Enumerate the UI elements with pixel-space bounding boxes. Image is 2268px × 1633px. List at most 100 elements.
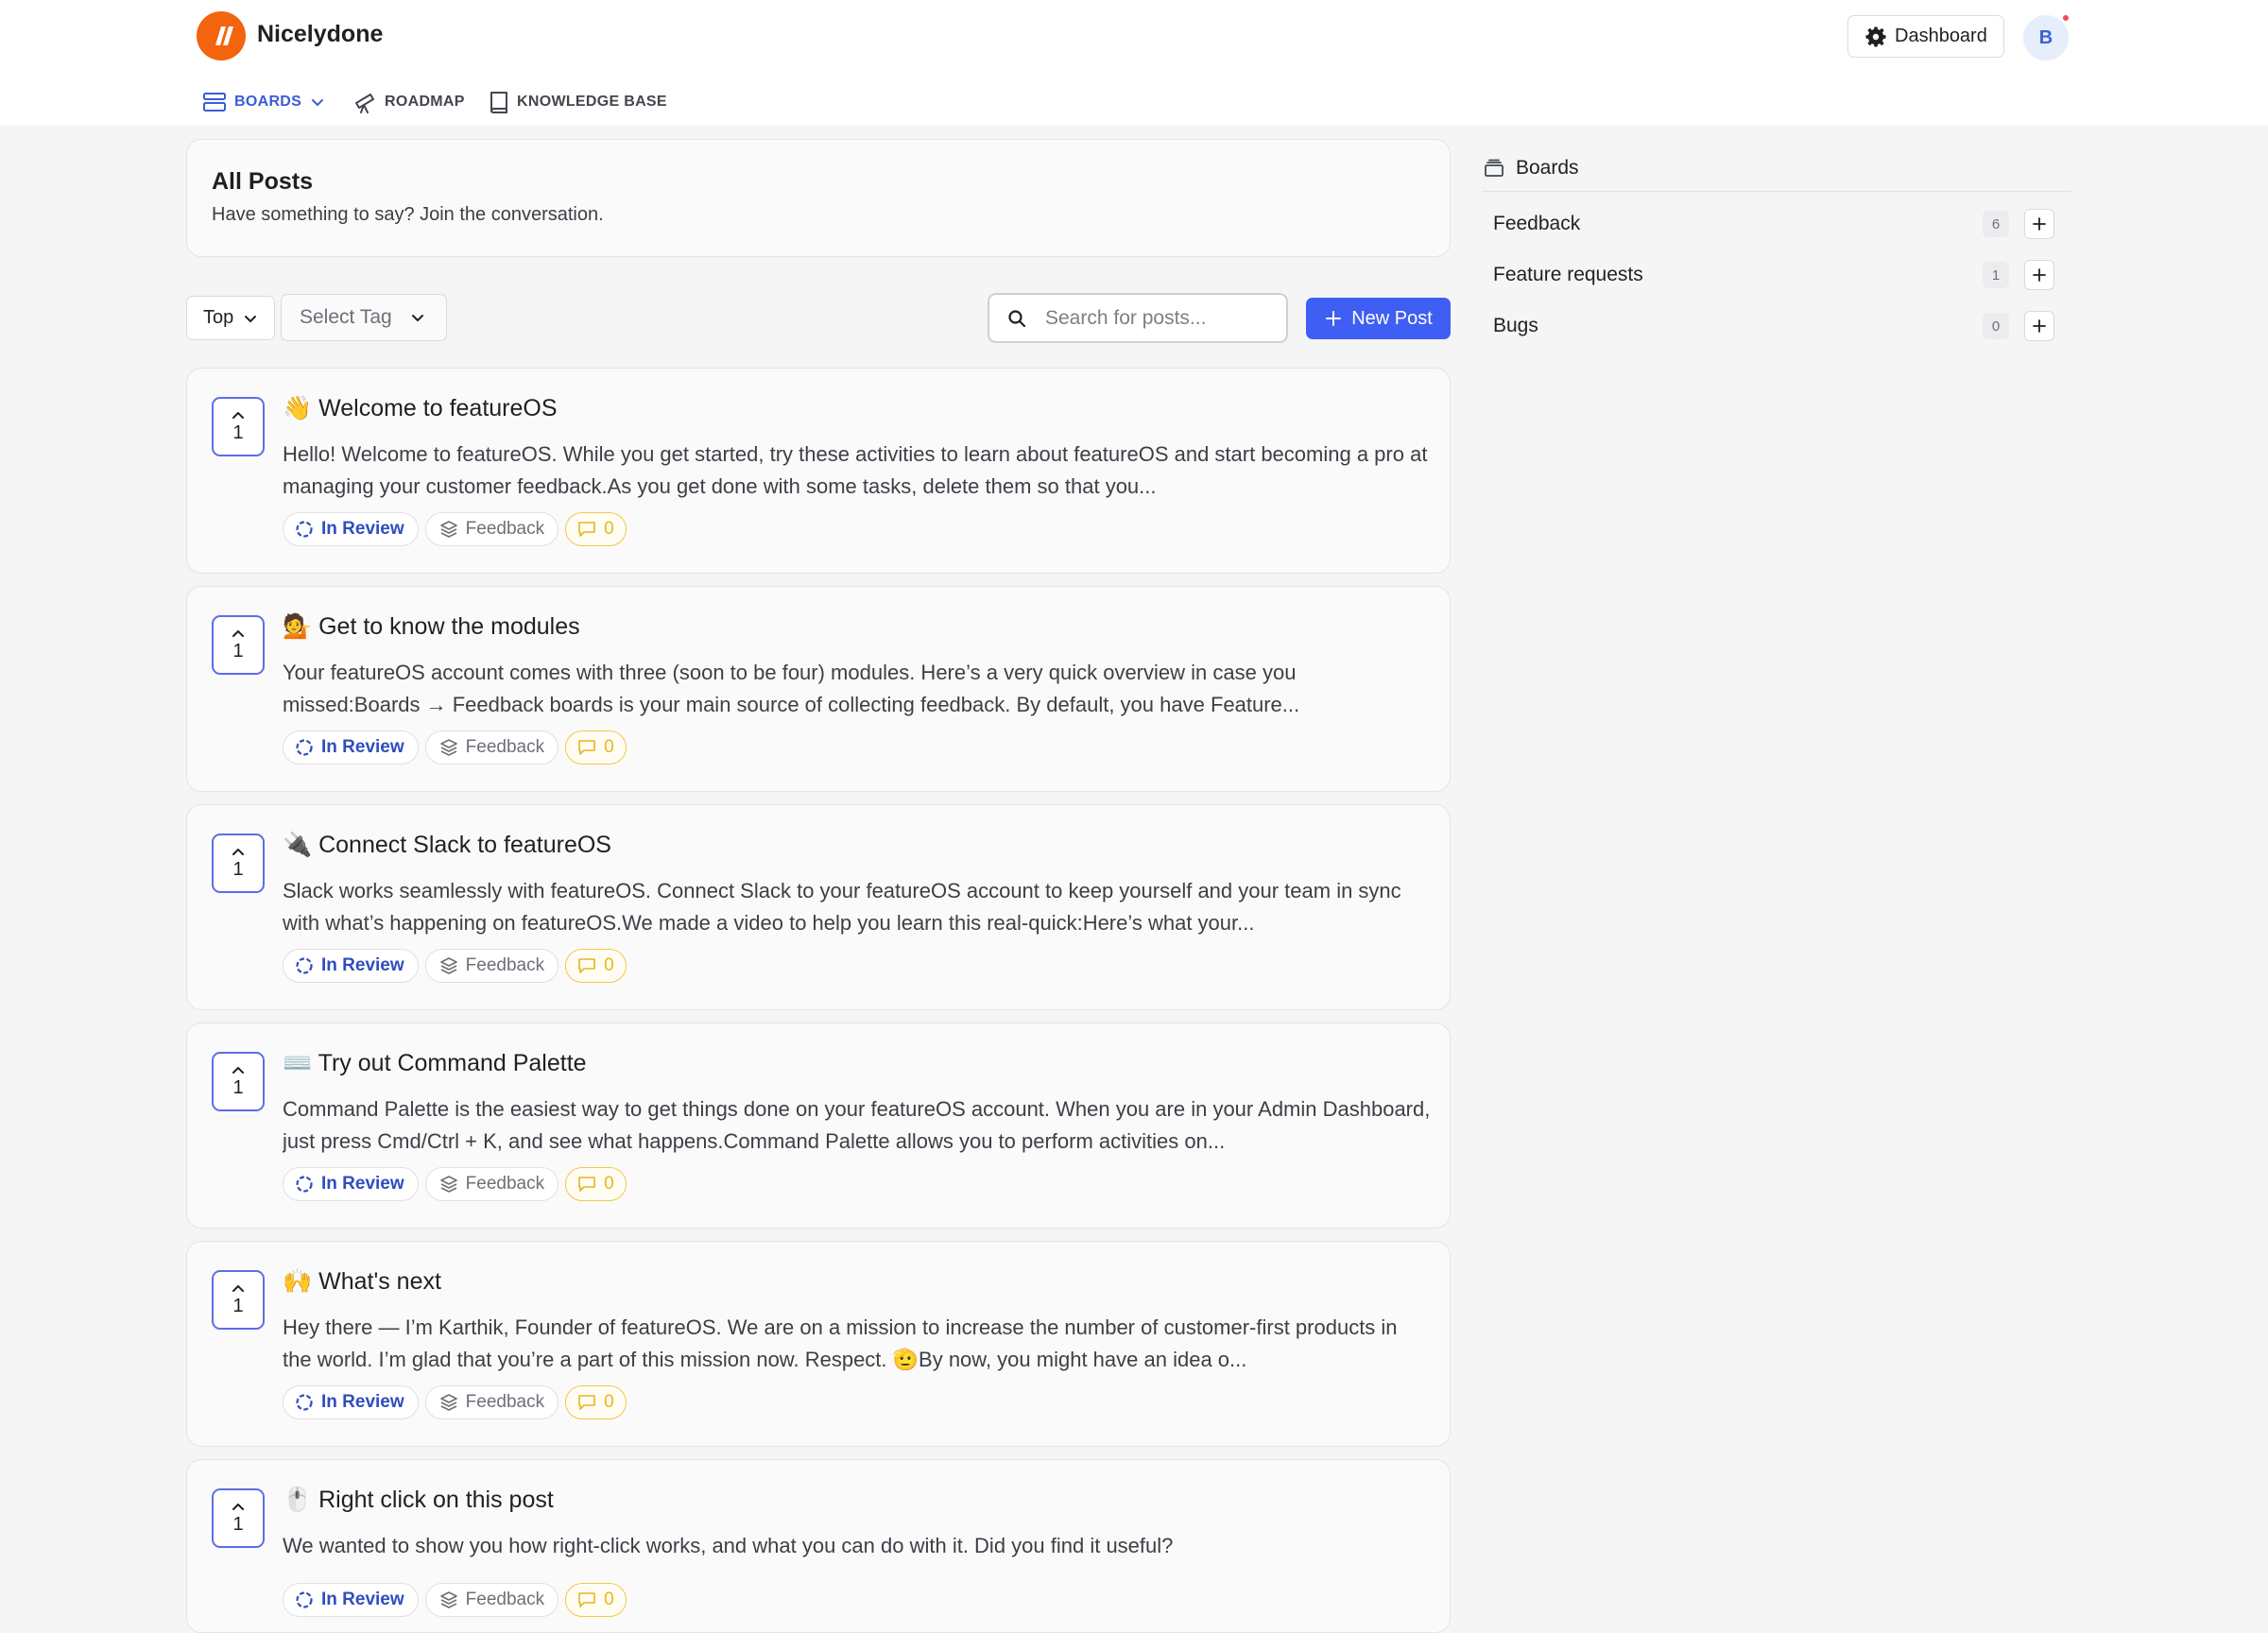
post-emoji: ⌨️ [283, 1050, 313, 1076]
upvote-button[interactable]: 1 [212, 615, 265, 675]
post-title[interactable]: 👋 Welcome to featureOS [283, 395, 558, 422]
sidebar-board-name[interactable]: Feedback [1493, 213, 1580, 235]
post-title[interactable]: 💁 Get to know the modules [283, 613, 580, 641]
status-badge[interactable]: In Review [283, 1167, 419, 1201]
top-header: Nicelydone Dashboard B BOARDS ROADMAP KN… [0, 0, 2268, 126]
nav-knowledge-base[interactable]: KNOWLEDGE BASE [489, 87, 667, 117]
status-label: In Review [321, 1392, 404, 1412]
dashboard-button[interactable]: Dashboard [1847, 15, 2004, 58]
upvote-button[interactable]: 1 [212, 834, 265, 893]
post-title[interactable]: ⌨️ Try out Command Palette [283, 1050, 587, 1077]
post-card[interactable]: 1 🔌 Connect Slack to featureOS Slack wor… [186, 804, 1451, 1010]
post-excerpt: Slack works seamlessly with featureOS. C… [283, 879, 1401, 935]
post-excerpt: Command Palette is the easiest way to ge… [283, 1097, 1431, 1153]
post-meta: In Review Feedback 0 [283, 1385, 627, 1419]
comment-count-badge[interactable]: 0 [565, 949, 627, 983]
nav-roadmap[interactable]: ROADMAP [352, 87, 465, 117]
post-title-text: What's next [318, 1268, 441, 1295]
status-label: In Review [321, 1174, 404, 1194]
tag-select[interactable]: Select Tag [281, 294, 447, 341]
vote-count: 1 [232, 1514, 244, 1535]
upvote-button[interactable]: 1 [212, 1270, 265, 1330]
boards-icon [203, 93, 226, 112]
vote-count: 1 [232, 422, 244, 443]
comment-icon [578, 1592, 595, 1607]
brand-logo-icon[interactable] [197, 11, 246, 60]
status-badge[interactable]: In Review [283, 949, 419, 983]
upvote-button[interactable]: 1 [212, 1052, 265, 1111]
comment-count: 0 [604, 737, 614, 757]
avatar[interactable]: B [2023, 15, 2069, 60]
nav-roadmap-label: ROADMAP [385, 94, 465, 110]
status-badge[interactable]: In Review [283, 1385, 419, 1419]
chevron-up-icon [232, 412, 244, 419]
post-title[interactable]: 🙌 What's next [283, 1268, 441, 1296]
upvote-button[interactable]: 1 [212, 1488, 265, 1548]
board-badge[interactable]: Feedback [424, 731, 559, 765]
sidebar-board-item[interactable]: Feedback 6 [1493, 207, 2060, 241]
brand-name[interactable]: Nicelydone [257, 21, 383, 48]
post-card[interactable]: 1 ⌨️ Try out Command Palette Command Pal… [186, 1023, 1451, 1229]
post-card[interactable]: 1 🖱️ Right click on this post We wanted … [186, 1459, 1451, 1633]
new-post-label: New Post [1351, 307, 1433, 329]
comment-count-badge[interactable]: 0 [565, 1385, 627, 1419]
sidebar-board-name[interactable]: Bugs [1493, 315, 1538, 337]
vote-count: 1 [232, 859, 244, 880]
divider [1482, 191, 2071, 192]
layers-icon [439, 521, 457, 538]
sidebar-board-item[interactable]: Bugs 0 [1493, 309, 2060, 343]
comment-count: 0 [604, 1174, 614, 1194]
board-label: Feedback [465, 1174, 545, 1194]
comment-icon [578, 1177, 595, 1192]
sidebar-board-name[interactable]: Feature requests [1493, 264, 1643, 286]
board-label: Feedback [465, 737, 545, 757]
board-badge[interactable]: Feedback [424, 1583, 559, 1617]
chevron-up-icon [232, 1504, 244, 1510]
board-label: Feedback [465, 1590, 545, 1609]
add-to-board-button[interactable] [2024, 311, 2054, 341]
add-to-board-button[interactable] [2024, 209, 2054, 239]
new-post-button[interactable]: New Post [1306, 298, 1451, 339]
board-badge[interactable]: Feedback [424, 949, 559, 983]
comment-count: 0 [604, 955, 614, 975]
search-icon [1008, 309, 1026, 327]
add-to-board-button[interactable] [2024, 260, 2054, 290]
post-card[interactable]: 1 💁 Get to know the modules Your feature… [186, 586, 1451, 792]
post-title[interactable]: 🖱️ Right click on this post [283, 1487, 554, 1514]
layers-icon [439, 1394, 457, 1411]
comment-count-badge[interactable]: 0 [565, 731, 627, 765]
board-badge[interactable]: Feedback [424, 512, 559, 546]
book-icon [490, 92, 507, 114]
post-card[interactable]: 1 🙌 What's next Hey there — I’m Karthik,… [186, 1241, 1451, 1447]
board-badge[interactable]: Feedback [424, 1167, 559, 1201]
nav-boards[interactable]: BOARDS [202, 87, 326, 117]
plus-icon [2033, 268, 2046, 282]
post-emoji: 💁 [283, 613, 313, 640]
status-badge[interactable]: In Review [283, 512, 419, 546]
board-label: Feedback [465, 955, 545, 975]
post-title[interactable]: 🔌 Connect Slack to featureOS [283, 832, 611, 859]
post-excerpt: Your featureOS account comes with three … [283, 661, 1300, 716]
status-badge[interactable]: In Review [283, 1583, 419, 1617]
comment-icon [578, 1395, 595, 1410]
chevron-up-icon [232, 1285, 244, 1292]
comment-count-badge[interactable]: 0 [565, 1167, 627, 1201]
vote-count: 1 [232, 641, 244, 662]
upvote-button[interactable]: 1 [212, 397, 265, 456]
telescope-icon [355, 94, 374, 113]
chevron-up-icon [232, 1067, 244, 1074]
search-box[interactable] [988, 293, 1288, 343]
board-label: Feedback [465, 519, 545, 539]
search-input[interactable] [1045, 306, 1263, 330]
comment-count-badge[interactable]: 0 [565, 1583, 627, 1617]
sort-dropdown[interactable]: Top [186, 296, 275, 340]
status-badge[interactable]: In Review [283, 731, 419, 765]
post-emoji: 🔌 [283, 832, 313, 858]
layers-icon [439, 1176, 457, 1193]
comment-count-badge[interactable]: 0 [565, 512, 627, 546]
post-card[interactable]: 1 👋 Welcome to featureOS Hello! Welcome … [186, 368, 1451, 574]
post-emoji: 🖱️ [283, 1487, 313, 1513]
status-label: In Review [321, 1590, 404, 1609]
board-badge[interactable]: Feedback [424, 1385, 559, 1419]
sidebar-board-item[interactable]: Feature requests 1 [1493, 258, 2060, 292]
